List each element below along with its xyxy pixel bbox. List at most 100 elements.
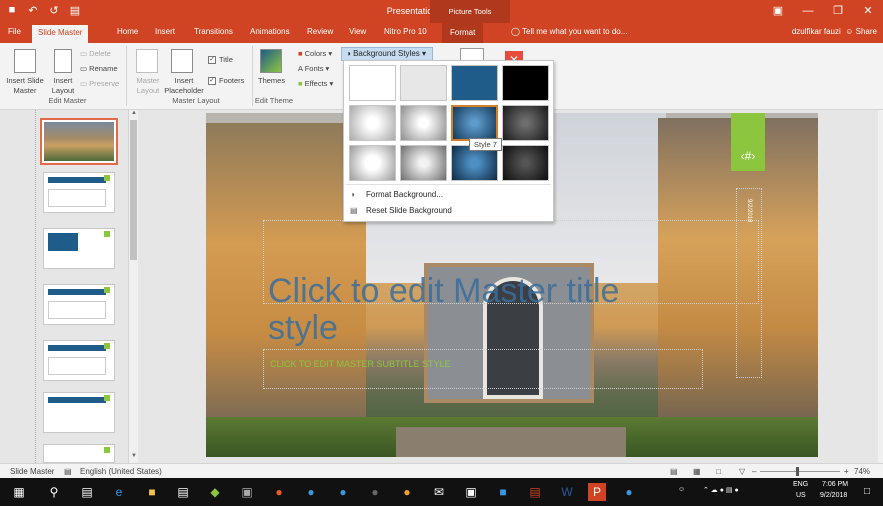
style-8-swatch[interactable] xyxy=(502,105,549,141)
close-icon[interactable]: ✕ xyxy=(853,0,883,23)
style-7-swatch[interactable] xyxy=(451,105,498,141)
spellcheck-icon[interactable]: ▤ xyxy=(64,467,72,476)
app-icon[interactable]: ▣ xyxy=(462,483,480,501)
master-subtitle-text[interactable]: CLICK TO EDIT MASTER SUBTITLE STYLE xyxy=(270,359,451,369)
insert-layout-icon[interactable] xyxy=(54,49,72,73)
people-icon[interactable]: ☺ xyxy=(678,486,685,493)
input-lang[interactable]: ENG xyxy=(793,481,808,488)
delete-button[interactable]: ▭ Delete xyxy=(80,49,111,58)
tell-me-search[interactable]: ◯ Tell me what you want to do... xyxy=(511,27,627,36)
clock-date[interactable]: 9/2/2018 xyxy=(820,492,847,499)
minimize-icon[interactable]: — xyxy=(793,0,823,23)
slide-sorter-icon[interactable]: ▦ xyxy=(693,467,701,476)
thumbnail-layout[interactable] xyxy=(43,444,115,463)
input-region[interactable]: US xyxy=(796,492,806,499)
title-checkbox[interactable]: ✓ Title xyxy=(208,55,233,65)
thumbnail-layout[interactable] xyxy=(43,340,115,381)
footers-checkbox[interactable]: ✓ Footers xyxy=(208,76,244,86)
pdf-icon[interactable]: ▤ xyxy=(526,483,544,501)
word-icon[interactable]: W xyxy=(558,483,576,501)
tray-icons[interactable]: ⌃ ☁ ● ▤ ● xyxy=(703,486,739,494)
scroll-down-icon[interactable]: ▼ xyxy=(129,453,139,463)
windows-start-icon[interactable]: ▦ xyxy=(10,483,28,501)
colors-button[interactable]: ■ Colors ▾ xyxy=(298,49,332,58)
language-status[interactable]: English (United States) xyxy=(80,467,162,476)
zoom-in-icon[interactable]: + xyxy=(844,467,849,476)
slideshow-icon[interactable]: ▽ xyxy=(739,467,745,476)
date-placeholder[interactable]: 9/2/2018 xyxy=(736,188,762,378)
insert-layout-button[interactable]: Insert Layout xyxy=(48,76,78,96)
app-icon[interactable]: ● xyxy=(366,483,384,501)
slide-number-placeholder[interactable]: ‹#› xyxy=(731,113,765,171)
slide-thumbnail-pane[interactable]: ▲ ▼ xyxy=(0,110,140,463)
task-view-icon[interactable]: ▤ xyxy=(78,483,96,501)
master-title-text[interactable]: Click to edit Master title style xyxy=(268,273,688,347)
app-icon[interactable]: ◆ xyxy=(206,483,224,501)
subtitle-placeholder-box[interactable] xyxy=(263,349,703,389)
style-6-swatch[interactable] xyxy=(400,105,447,141)
fonts-button[interactable]: A Fonts ▾ xyxy=(298,64,329,73)
ribbon-display-icon[interactable]: ▣ xyxy=(763,0,793,23)
thumbnail-master[interactable] xyxy=(40,118,118,165)
app-icon[interactable]: ● xyxy=(620,483,638,501)
tab-insert[interactable]: Insert xyxy=(155,27,175,36)
thumbnail-scrollbar[interactable]: ▲ ▼ xyxy=(128,110,138,463)
tab-nitro[interactable]: Nitro Pro 10 xyxy=(384,27,427,36)
tab-home[interactable]: Home xyxy=(117,27,138,36)
firefox-icon[interactable]: ● xyxy=(398,483,416,501)
tab-file[interactable]: File xyxy=(8,27,21,36)
thumbnail-layout[interactable] xyxy=(43,172,115,213)
insert-placeholder-button[interactable]: Insert Placeholder xyxy=(160,76,208,96)
reading-view-icon[interactable]: □ xyxy=(716,467,721,476)
chrome-icon[interactable]: ● xyxy=(270,483,288,501)
mail-icon[interactable]: ✉ xyxy=(430,483,448,501)
clock-time[interactable]: 7:06 PM xyxy=(822,481,848,488)
insert-placeholder-icon[interactable] xyxy=(171,49,193,73)
scrollbar-thumb[interactable] xyxy=(130,120,137,260)
insert-slide-master-icon[interactable] xyxy=(14,49,36,73)
file-explorer-icon[interactable]: ■ xyxy=(143,483,161,501)
style-3-swatch[interactable] xyxy=(451,65,498,101)
style-12-swatch[interactable] xyxy=(502,145,549,181)
background-styles-button[interactable]: ◑ Background Styles ▾ xyxy=(341,47,433,61)
style-4-swatch[interactable] xyxy=(502,65,549,101)
tab-view[interactable]: View xyxy=(349,27,366,36)
preserve-button[interactable]: ▭ Preserve xyxy=(80,79,119,88)
app-icon[interactable]: ● xyxy=(334,483,352,501)
app-icon[interactable]: ▣ xyxy=(238,483,256,501)
zoom-slider-knob[interactable] xyxy=(796,467,799,476)
style-2-swatch[interactable] xyxy=(400,65,447,101)
zoom-slider[interactable] xyxy=(760,471,840,472)
app-icon[interactable]: ● xyxy=(302,483,320,501)
reset-background-menu-item[interactable]: ▤ Reset Slide Background xyxy=(350,206,452,215)
app-icon[interactable]: ■ xyxy=(494,483,512,501)
themes-button[interactable]: Themes xyxy=(258,76,285,85)
zoom-out-icon[interactable]: – xyxy=(752,467,756,476)
format-background-menu-item[interactable]: ◑ Format Background... xyxy=(350,190,443,199)
themes-icon[interactable] xyxy=(260,49,282,73)
search-icon[interactable]: ⚲ xyxy=(45,483,63,501)
insert-slide-master-button[interactable]: Insert Slide Master xyxy=(3,76,47,96)
style-9-swatch[interactable] xyxy=(349,145,396,181)
style-1-swatch[interactable] xyxy=(349,65,396,101)
rename-button[interactable]: ▭ Rename xyxy=(80,64,118,73)
zoom-level[interactable]: 74% xyxy=(854,467,870,476)
effects-button[interactable]: ■ Effects ▾ xyxy=(298,79,333,88)
thumbnail-layout[interactable] xyxy=(43,228,115,269)
normal-view-icon[interactable]: ▤ xyxy=(670,467,678,476)
style-10-swatch[interactable] xyxy=(400,145,447,181)
scroll-up-icon[interactable]: ▲ xyxy=(129,110,139,120)
user-area[interactable]: dzulfikar fauzi ☺ Share xyxy=(792,27,877,36)
tab-review[interactable]: Review xyxy=(307,27,333,36)
thumbnail-layout[interactable] xyxy=(43,392,115,433)
thumbnail-layout[interactable] xyxy=(43,284,115,325)
store-icon[interactable]: ▤ xyxy=(174,483,192,501)
powerpoint-icon[interactable]: P xyxy=(588,483,606,501)
edge-icon[interactable]: e xyxy=(110,483,128,501)
tab-format[interactable]: Format xyxy=(442,23,484,43)
style-5-swatch[interactable] xyxy=(349,105,396,141)
restore-icon[interactable]: ❐ xyxy=(823,0,853,23)
slide-scrollbar[interactable] xyxy=(878,110,883,463)
tab-animations[interactable]: Animations xyxy=(250,27,290,36)
tab-slide-master[interactable]: Slide Master xyxy=(32,25,89,43)
